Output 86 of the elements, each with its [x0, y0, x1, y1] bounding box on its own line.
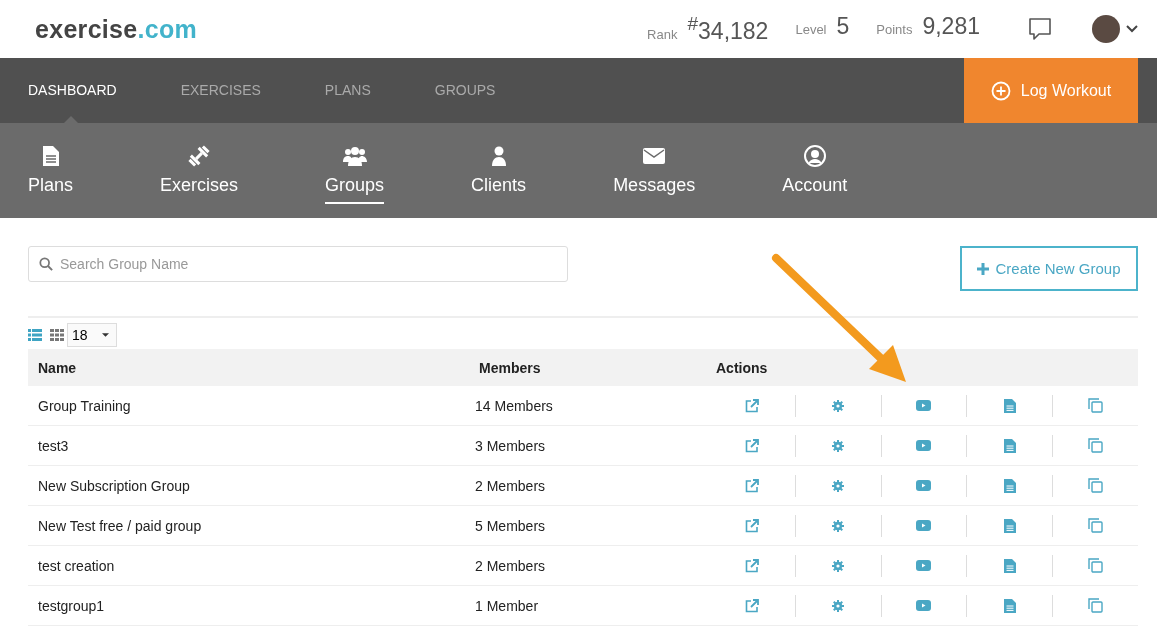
gear-icon[interactable] — [832, 599, 845, 612]
user-circle-icon — [803, 145, 826, 167]
video-icon[interactable] — [916, 440, 932, 451]
member-count: 2 Members — [475, 477, 547, 494]
user-icon — [491, 145, 506, 167]
gear-icon[interactable] — [832, 479, 845, 492]
stat-label: Level — [795, 22, 827, 38]
gear-icon[interactable] — [832, 559, 845, 572]
list-view-icon[interactable] — [28, 329, 42, 341]
document-icon[interactable] — [1003, 598, 1016, 613]
create-group-button[interactable]: Create New Group — [960, 246, 1138, 291]
search-field[interactable]: Search Group Name — [28, 246, 568, 282]
sub-nav-label: Groups — [325, 175, 385, 204]
copy-icon[interactable] — [1088, 518, 1104, 533]
member-count: 14 Members — [475, 397, 554, 414]
dumbbell-icon — [188, 145, 211, 167]
document-icon[interactable] — [1003, 438, 1016, 453]
sub-nav-label: Messages — [613, 175, 696, 197]
nav-tab[interactable]: PLANS — [324, 58, 371, 123]
copy-icon[interactable] — [1088, 438, 1104, 453]
avatar[interactable] — [1092, 15, 1120, 43]
sub-nav-label: Account — [782, 175, 848, 197]
sub-nav-label: Clients — [471, 175, 527, 197]
group-name: New Subscription Group — [37, 477, 191, 494]
group-name: Group Training — [37, 397, 132, 414]
member-count: 3 Members — [475, 437, 547, 454]
grid-view-icon[interactable] — [50, 329, 64, 341]
video-icon[interactable] — [916, 600, 932, 611]
document-icon[interactable] — [1003, 398, 1016, 413]
column-header: Actions — [716, 359, 768, 376]
nav-tab[interactable]: DASHBOARD — [28, 58, 117, 123]
column-header: Name — [37, 359, 78, 376]
search-icon — [39, 257, 53, 271]
external-link-icon[interactable] — [745, 438, 760, 453]
nav-tab[interactable]: EXERCISES — [180, 58, 261, 123]
external-link-icon[interactable] — [745, 558, 760, 573]
external-link-icon[interactable] — [745, 518, 760, 533]
plus-circle-icon — [990, 80, 1011, 101]
stat-label: Rank — [647, 26, 678, 42]
plus-icon — [977, 263, 990, 275]
site-logo[interactable]: exercise.com — [35, 14, 198, 44]
copy-icon[interactable] — [1088, 478, 1104, 493]
gear-icon[interactable] — [832, 399, 845, 412]
document-icon — [42, 145, 59, 167]
document-icon[interactable] — [1003, 518, 1016, 533]
member-count: 5 Members — [475, 517, 547, 534]
external-link-icon[interactable] — [745, 478, 760, 493]
copy-icon[interactable] — [1088, 558, 1104, 573]
sub-nav-item[interactable]: Account — [782, 123, 848, 204]
group-name: New Test free / paid group — [37, 517, 203, 534]
page-size-select[interactable]: 18 — [67, 323, 117, 347]
sub-nav-item[interactable]: Groups — [325, 123, 385, 204]
document-icon[interactable] — [1003, 478, 1016, 493]
video-icon[interactable] — [916, 560, 932, 571]
group-name: test3 — [37, 437, 70, 454]
sub-nav-item[interactable]: Plans — [28, 123, 74, 204]
external-link-icon[interactable] — [745, 398, 760, 413]
video-icon[interactable] — [916, 400, 932, 411]
copy-icon[interactable] — [1088, 398, 1104, 413]
sub-nav-item[interactable]: Clients — [471, 123, 527, 204]
gear-icon[interactable] — [832, 439, 845, 452]
group-name: testgroup1 — [37, 597, 106, 614]
stat-value: 9,281 — [922, 13, 980, 41]
chat-bubble-icon[interactable] — [1028, 16, 1052, 42]
stat-value: $^{#}$34,182 — [687, 13, 769, 45]
nav-tab[interactable]: GROUPS — [434, 58, 496, 123]
external-link-icon[interactable] — [745, 598, 760, 613]
envelope-icon — [643, 145, 666, 167]
member-count: 1 Member — [475, 597, 540, 614]
caret-icon — [102, 333, 109, 337]
video-icon[interactable] — [916, 480, 932, 491]
sub-nav-item[interactable]: Exercises — [160, 123, 239, 204]
users-icon — [342, 145, 367, 167]
group-name: test creation — [37, 557, 116, 574]
sub-nav-label: Exercises — [160, 175, 239, 197]
gear-icon[interactable] — [832, 519, 845, 532]
video-icon[interactable] — [916, 520, 932, 531]
copy-icon[interactable] — [1088, 598, 1104, 613]
stat-label: Points — [876, 22, 913, 38]
column-header: Members — [479, 359, 542, 376]
sub-nav-item[interactable]: Messages — [613, 123, 696, 204]
stat-value: 5 — [836, 13, 850, 41]
sub-nav-label: Plans — [28, 175, 74, 197]
document-icon[interactable] — [1003, 558, 1016, 573]
member-count: 2 Members — [475, 557, 547, 574]
chevron-down-icon[interactable] — [1126, 25, 1138, 33]
